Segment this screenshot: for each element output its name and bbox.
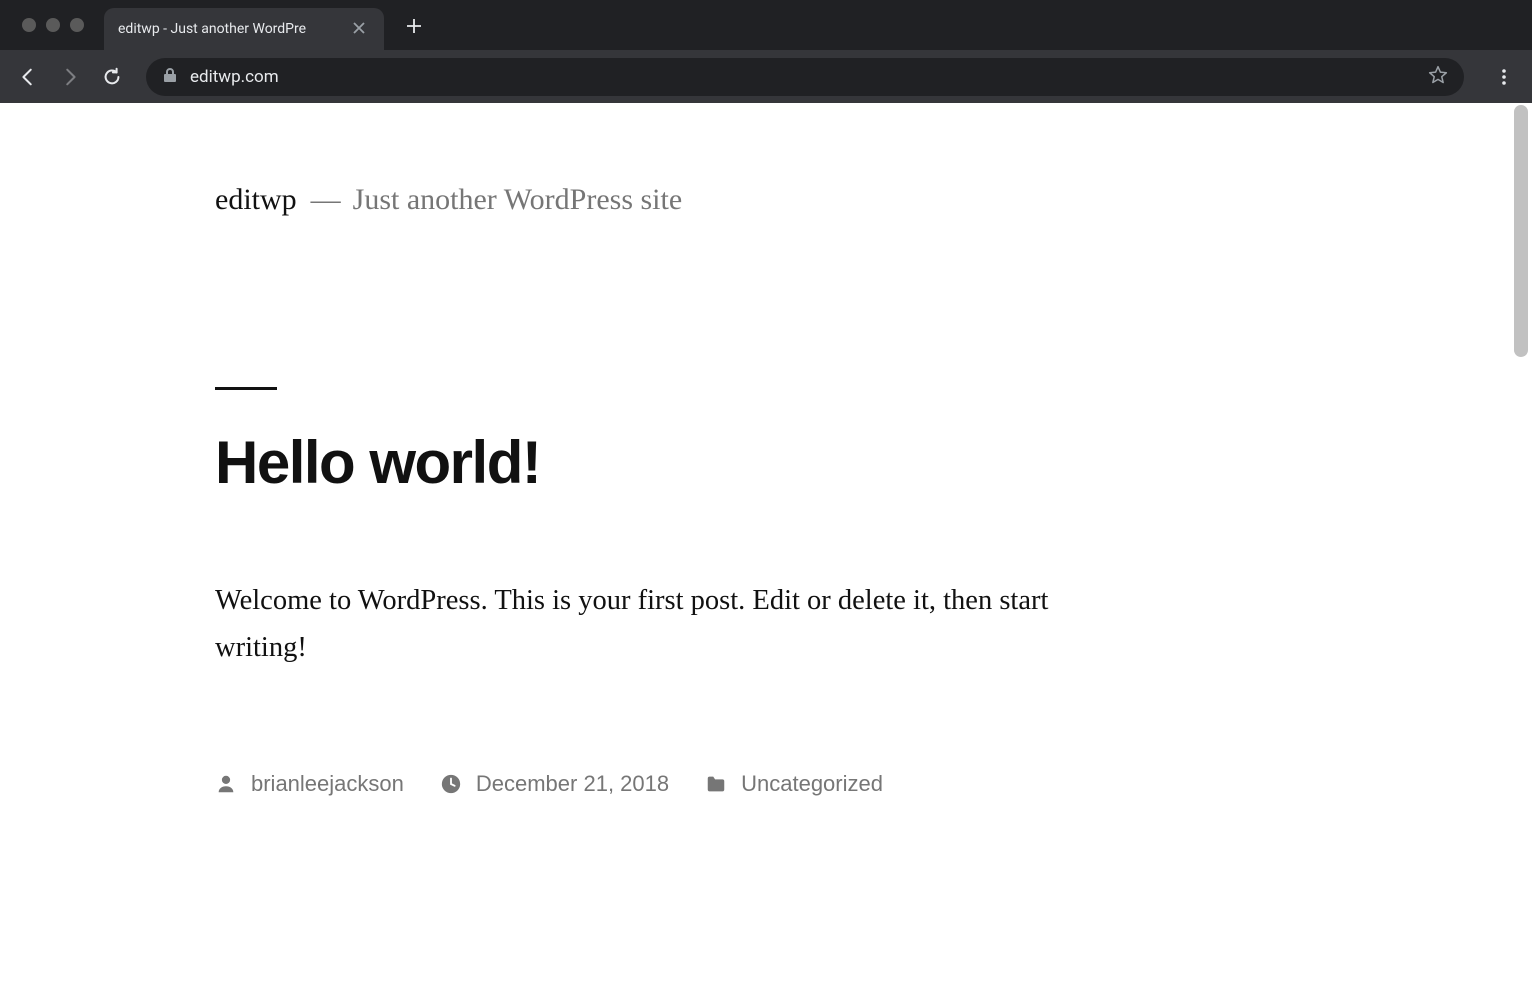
date-link[interactable]: December 21, 2018: [476, 771, 669, 797]
url-text: editwp.com: [190, 67, 1416, 87]
browser-tab[interactable]: editwp - Just another WordPre: [104, 8, 384, 50]
new-tab-button[interactable]: [392, 7, 436, 48]
site-tagline: Just another WordPress site: [353, 183, 683, 217]
minimize-window-button[interactable]: [46, 18, 60, 32]
post-author: brianleejackson: [215, 771, 404, 797]
maximize-window-button[interactable]: [70, 18, 84, 32]
bookmark-star-icon[interactable]: [1428, 65, 1448, 89]
folder-icon: [705, 773, 727, 795]
browser-menu-button[interactable]: [1486, 59, 1522, 95]
lock-icon: [162, 67, 178, 87]
category-link[interactable]: Uncategorized: [741, 771, 883, 797]
address-bar[interactable]: editwp.com: [146, 58, 1464, 96]
page-viewport: editwp — Just another WordPress site Hel…: [0, 103, 1532, 983]
post-title-link[interactable]: Hello world!: [215, 428, 1317, 497]
close-window-button[interactable]: [22, 18, 36, 32]
forward-button[interactable]: [52, 59, 88, 95]
post-body: Welcome to WordPress. This is your first…: [215, 577, 1115, 671]
tab-title: editwp - Just another WordPre: [118, 21, 340, 37]
page-content: editwp — Just another WordPress site Hel…: [0, 103, 1532, 983]
scrollbar-track[interactable]: [1514, 103, 1530, 983]
browser-chrome: editwp - Just another WordPre editwp.com: [0, 0, 1532, 103]
scrollbar-thumb[interactable]: [1514, 105, 1528, 357]
person-icon: [215, 773, 237, 795]
reload-button[interactable]: [94, 59, 130, 95]
tab-bar: editwp - Just another WordPre: [0, 0, 1532, 50]
post-meta: brianleejackson December 21, 2018 Uncate…: [215, 771, 1317, 797]
site-dash: —: [311, 183, 339, 217]
post-divider: [215, 387, 277, 390]
browser-toolbar: editwp.com: [0, 50, 1532, 103]
clock-icon: [440, 773, 462, 795]
site-name-link[interactable]: editwp: [215, 183, 297, 217]
post-date: December 21, 2018: [440, 771, 669, 797]
window-controls: [12, 18, 94, 32]
tab-close-icon[interactable]: [348, 17, 370, 42]
post-category: Uncategorized: [705, 771, 883, 797]
back-button[interactable]: [10, 59, 46, 95]
author-link[interactable]: brianleejackson: [251, 771, 404, 797]
site-header: editwp — Just another WordPress site: [215, 183, 1317, 217]
